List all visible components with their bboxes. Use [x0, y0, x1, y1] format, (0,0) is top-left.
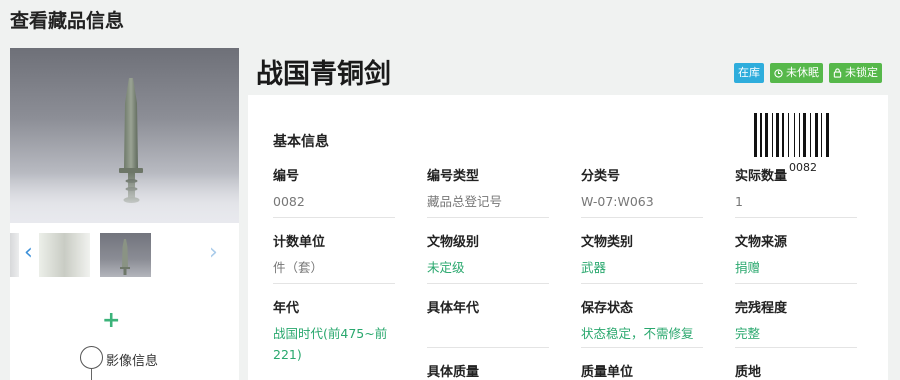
field-label: 文物来源 — [735, 235, 788, 250]
field-label: 保存状态 — [581, 301, 634, 316]
thumbnail[interactable] — [10, 233, 19, 277]
field-completeness: 完残程度 完整 — [735, 297, 857, 344]
status-badges: 在库 未休眠 未锁定 — [734, 63, 882, 83]
timeline-line — [91, 369, 92, 380]
field-value[interactable]: 状态稳定，不需修复 — [581, 323, 703, 344]
barcode-bar — [788, 113, 789, 157]
basic-info-card: 基本信息 0082 编号 0082 编号类型 藏品总登记号 分类号 W-07:W… — [248, 95, 888, 380]
field-label: 质地 — [735, 365, 762, 380]
field-number: 编号 0082 — [273, 165, 395, 218]
section-title: 基本信息 — [273, 134, 329, 150]
barcode-bar — [826, 113, 829, 157]
page-title: 查看藏品信息 — [10, 10, 125, 32]
field-value: 0082 — [273, 194, 305, 209]
field-label: 编号类型 — [427, 169, 480, 184]
field-label: 编号 — [273, 169, 300, 184]
badge-label: 未锁定 — [845, 66, 878, 79]
thumbnail[interactable] — [39, 233, 90, 277]
field-value: W-07:W063 — [581, 194, 654, 209]
badge-label: 在库 — [738, 66, 760, 79]
status-badge-not-dormant: 未休眠 — [770, 63, 823, 83]
lock-icon — [833, 68, 842, 78]
field-era: 年代 战国时代(前475~前221) — [273, 297, 395, 365]
field-count-unit: 计数单位 件（套） — [273, 231, 395, 284]
field-value: 1 — [735, 194, 743, 209]
field-mass-unit: 质量单位 — [581, 361, 703, 380]
field-number-type: 编号类型 藏品总登记号 — [427, 165, 549, 218]
gallery-panel: ‹ › + 影像信息 — [10, 48, 239, 380]
field-value: 件（套） — [273, 260, 324, 275]
barcode-bar — [821, 113, 822, 157]
field-specific-era: 具体年代 — [427, 297, 549, 344]
chevron-left-icon[interactable]: ‹ — [24, 241, 33, 265]
field-label: 具体年代 — [427, 301, 480, 316]
barcode-bar — [810, 113, 811, 157]
field-label: 完残程度 — [735, 301, 788, 316]
barcode-bar — [782, 113, 784, 157]
field-label: 计数单位 — [273, 235, 326, 250]
field-label: 实际数量 — [735, 169, 788, 184]
barcode-bar — [772, 113, 773, 157]
thumbnail-strip: ‹ › — [10, 233, 239, 277]
thumbnail-selected[interactable] — [100, 233, 151, 277]
barcode-bar — [815, 113, 818, 157]
field-relic-source: 文物来源 捐赠 — [735, 231, 857, 284]
field-label: 具体质量 — [427, 365, 480, 380]
barcode-bar — [799, 113, 800, 157]
badge-label: 未休眠 — [786, 66, 819, 79]
artifact-title: 战国青铜剑 — [256, 59, 391, 90]
field-value — [427, 323, 549, 344]
status-badge-unlocked: 未锁定 — [829, 63, 882, 83]
barcode-bar — [803, 113, 806, 157]
field-label: 分类号 — [581, 169, 621, 184]
chevron-right-icon[interactable]: › — [209, 241, 218, 265]
field-value[interactable]: 完整 — [735, 323, 857, 344]
barcode-bar — [776, 113, 779, 157]
barcode-image — [754, 113, 829, 157]
field-value[interactable]: 未定级 — [427, 257, 549, 278]
barcode-bar — [794, 113, 795, 157]
clock-icon — [774, 68, 783, 78]
field-actual-quantity: 实际数量 1 — [735, 165, 857, 218]
field-preservation-state: 保存状态 状态稳定，不需修复 — [581, 297, 703, 344]
field-value[interactable]: 捐赠 — [735, 257, 857, 278]
barcode-bar — [754, 113, 757, 157]
barcode-bar — [765, 113, 768, 157]
field-label: 文物类别 — [581, 235, 634, 250]
field-label: 年代 — [273, 301, 300, 316]
field-relic-grade: 文物级别 未定级 — [427, 231, 549, 284]
field-category-number: 分类号 W-07:W063 — [581, 165, 703, 218]
field-value[interactable]: 战国时代(前475~前221) — [273, 323, 395, 365]
field-value: 藏品总登记号 — [427, 194, 503, 209]
field-label: 质量单位 — [581, 365, 634, 380]
image-info-label[interactable]: 影像信息 — [106, 350, 158, 369]
plus-icon[interactable]: + — [102, 310, 120, 332]
artifact-main-photo[interactable] — [10, 48, 239, 223]
field-label: 文物级别 — [427, 235, 480, 250]
field-relic-category: 文物类别 武器 — [581, 231, 703, 284]
field-texture: 质地 — [735, 361, 857, 380]
field-value[interactable]: 武器 — [581, 257, 703, 278]
barcode-bar — [760, 113, 762, 157]
status-badge-in-storage: 在库 — [734, 63, 764, 83]
field-specific-mass: 具体质量 — [427, 361, 549, 380]
timeline-circle-icon — [80, 346, 103, 369]
